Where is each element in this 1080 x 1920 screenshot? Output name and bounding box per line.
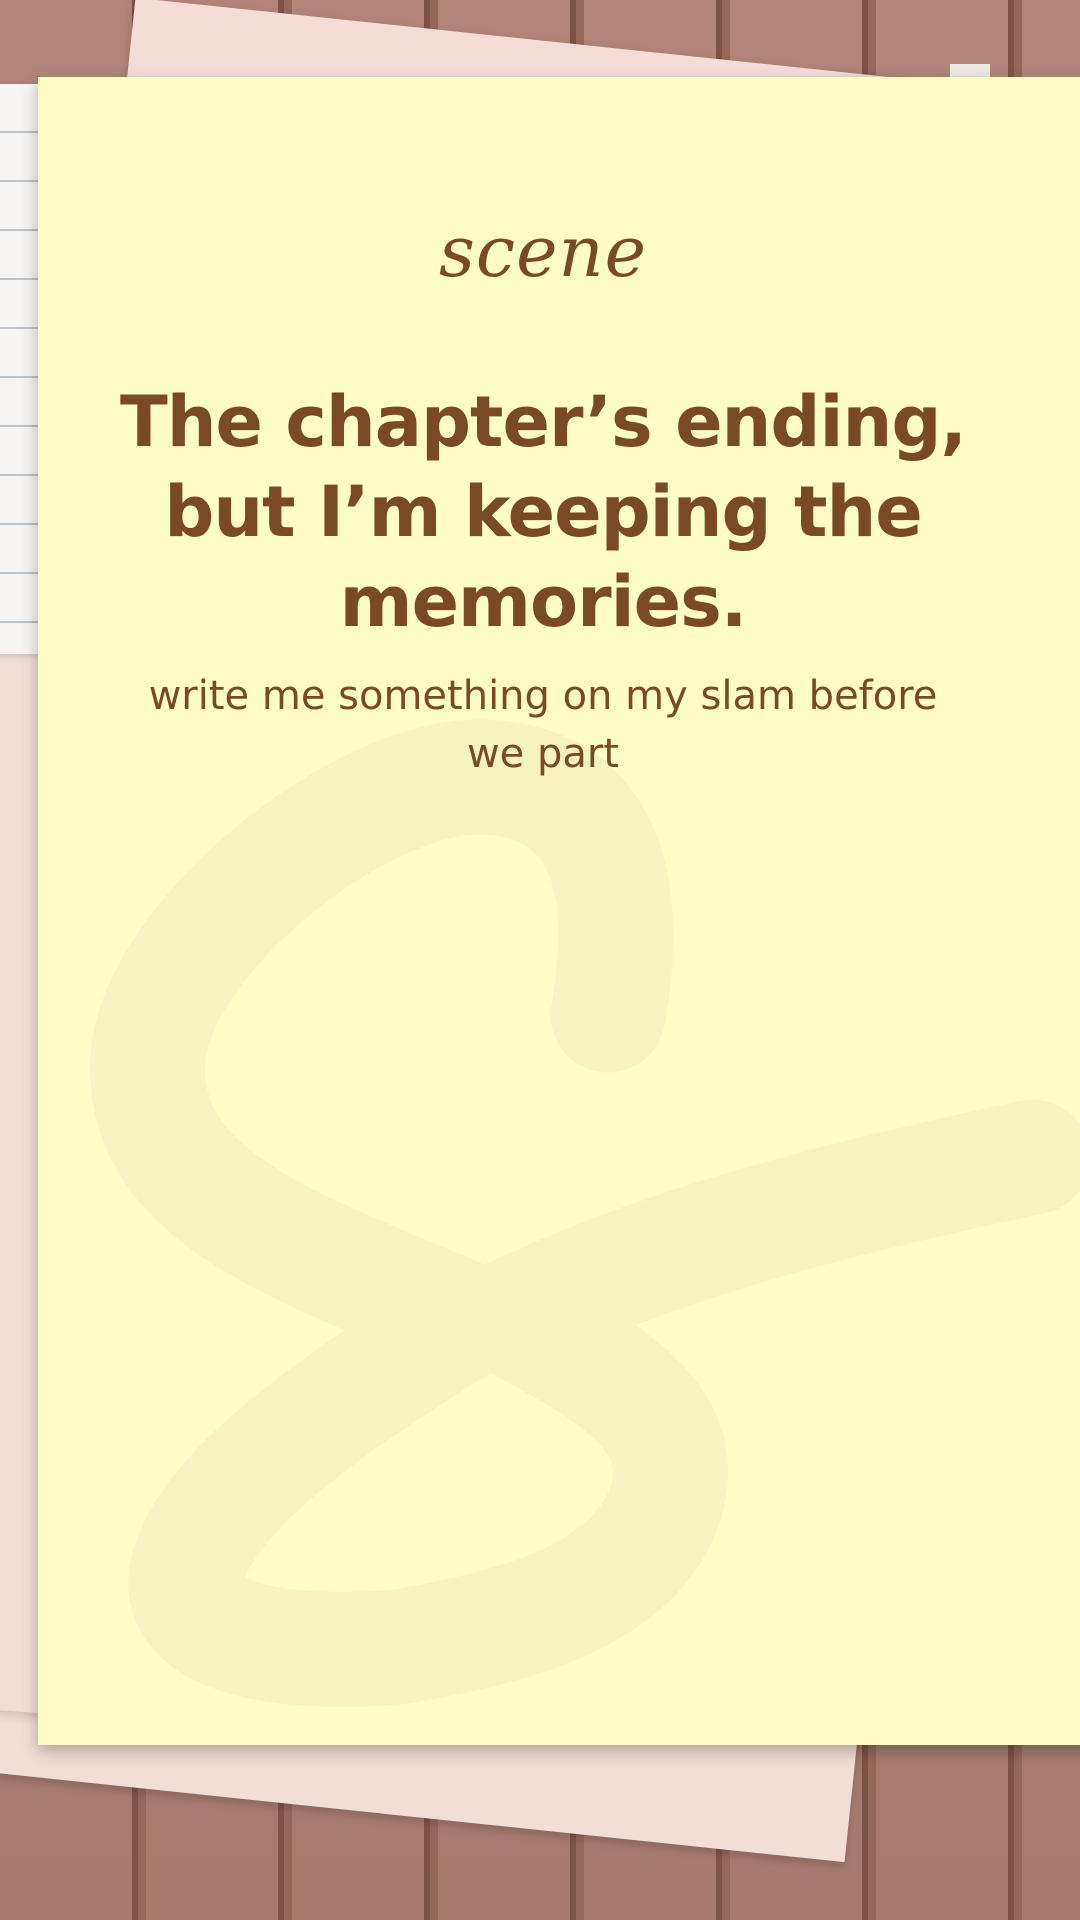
paper-corner-scrap — [950, 64, 990, 78]
script-label: scene — [438, 211, 648, 293]
poster-scene: scene The chapter’s ending, but I’m keep… — [0, 0, 1080, 1920]
headline: The chapter’s ending, but I’m keeping th… — [119, 381, 967, 643]
ampersand-icon — [90, 719, 1080, 1707]
subtext: write me something on my slam before we … — [148, 673, 938, 777]
yellow-note-card: scene The chapter’s ending, but I’m keep… — [38, 77, 1080, 1745]
